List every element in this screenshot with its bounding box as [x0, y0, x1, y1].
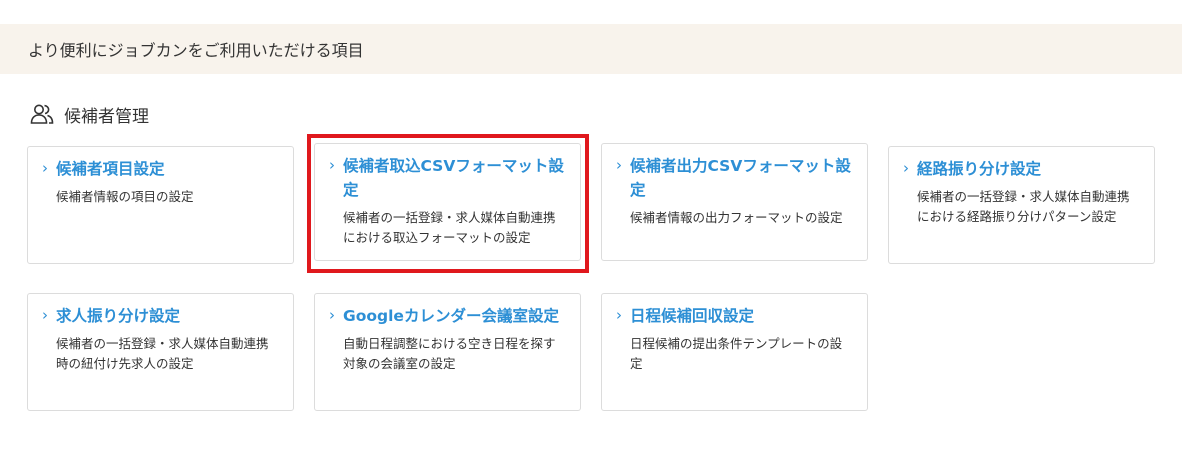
card-description: 候補者の一括登録・求人媒体自動連携における取込フォーマットの設定	[343, 210, 556, 245]
card-title-label[interactable]: 経路振り分け設定	[917, 157, 1041, 181]
card-title[interactable]: › Googleカレンダー会議室設定	[329, 304, 566, 328]
card-title[interactable]: › 候補者項目設定	[42, 157, 279, 181]
chevron-right-icon: ›	[903, 159, 909, 177]
card-title[interactable]: › 求人振り分け設定	[42, 304, 279, 328]
section-title: 候補者管理	[64, 106, 149, 127]
chevron-right-icon: ›	[616, 306, 622, 324]
card-description: 候補者の一括登録・求人媒体自動連携時の紐付け先求人の設定	[56, 336, 269, 371]
card-title[interactable]: › 候補者出力CSVフォーマット設定	[616, 154, 853, 202]
section-header: 候補者管理	[30, 100, 149, 128]
card-title[interactable]: › 経路振り分け設定	[903, 157, 1140, 181]
card-title-label[interactable]: 日程候補回収設定	[630, 304, 754, 328]
card-title[interactable]: › 日程候補回収設定	[616, 304, 853, 328]
card-description: 日程候補の提出条件テンプレートの設定	[630, 336, 843, 371]
card-title[interactable]: › 候補者取込CSVフォーマット設定	[329, 154, 566, 202]
card-route-assignment[interactable]: › 経路振り分け設定 候補者の一括登録・求人媒体自動連携における経路振り分けパタ…	[888, 146, 1155, 264]
users-icon	[30, 103, 54, 125]
card-title-label[interactable]: 候補者取込CSVフォーマット設定	[343, 154, 566, 202]
card-description: 候補者の一括登録・求人媒体自動連携における経路振り分けパターン設定	[917, 189, 1130, 224]
card-google-calendar-rooms[interactable]: › Googleカレンダー会議室設定 自動日程調整における空き日程を探す対象の会…	[314, 293, 581, 411]
card-description: 自動日程調整における空き日程を探す対象の会議室の設定	[343, 336, 556, 371]
chevron-right-icon: ›	[329, 156, 335, 174]
chevron-right-icon: ›	[42, 306, 48, 324]
chevron-right-icon: ›	[42, 159, 48, 177]
card-title-label[interactable]: 候補者項目設定	[56, 157, 165, 181]
banner-text: より便利にジョブカンをご利用いただける項目	[28, 41, 364, 60]
card-export-csv-format[interactable]: › 候補者出力CSVフォーマット設定 候補者情報の出力フォーマットの設定	[601, 143, 868, 261]
card-schedule-collection[interactable]: › 日程候補回収設定 日程候補の提出条件テンプレートの設定	[601, 293, 868, 411]
chevron-right-icon: ›	[329, 306, 335, 324]
chevron-right-icon: ›	[616, 156, 622, 174]
card-description: 候補者情報の項目の設定	[56, 189, 194, 204]
card-candidate-fields[interactable]: › 候補者項目設定 候補者情報の項目の設定	[27, 146, 294, 264]
card-import-csv-format[interactable]: › 候補者取込CSVフォーマット設定 候補者の一括登録・求人媒体自動連携における…	[314, 143, 581, 261]
card-description: 候補者情報の出力フォーマットの設定	[630, 210, 843, 225]
card-title-label[interactable]: 求人振り分け設定	[56, 304, 180, 328]
card-title-label[interactable]: 候補者出力CSVフォーマット設定	[630, 154, 853, 202]
card-job-assignment[interactable]: › 求人振り分け設定 候補者の一括登録・求人媒体自動連携時の紐付け先求人の設定	[27, 293, 294, 411]
info-banner: より便利にジョブカンをご利用いただける項目	[0, 24, 1182, 74]
card-title-label[interactable]: Googleカレンダー会議室設定	[343, 304, 559, 328]
